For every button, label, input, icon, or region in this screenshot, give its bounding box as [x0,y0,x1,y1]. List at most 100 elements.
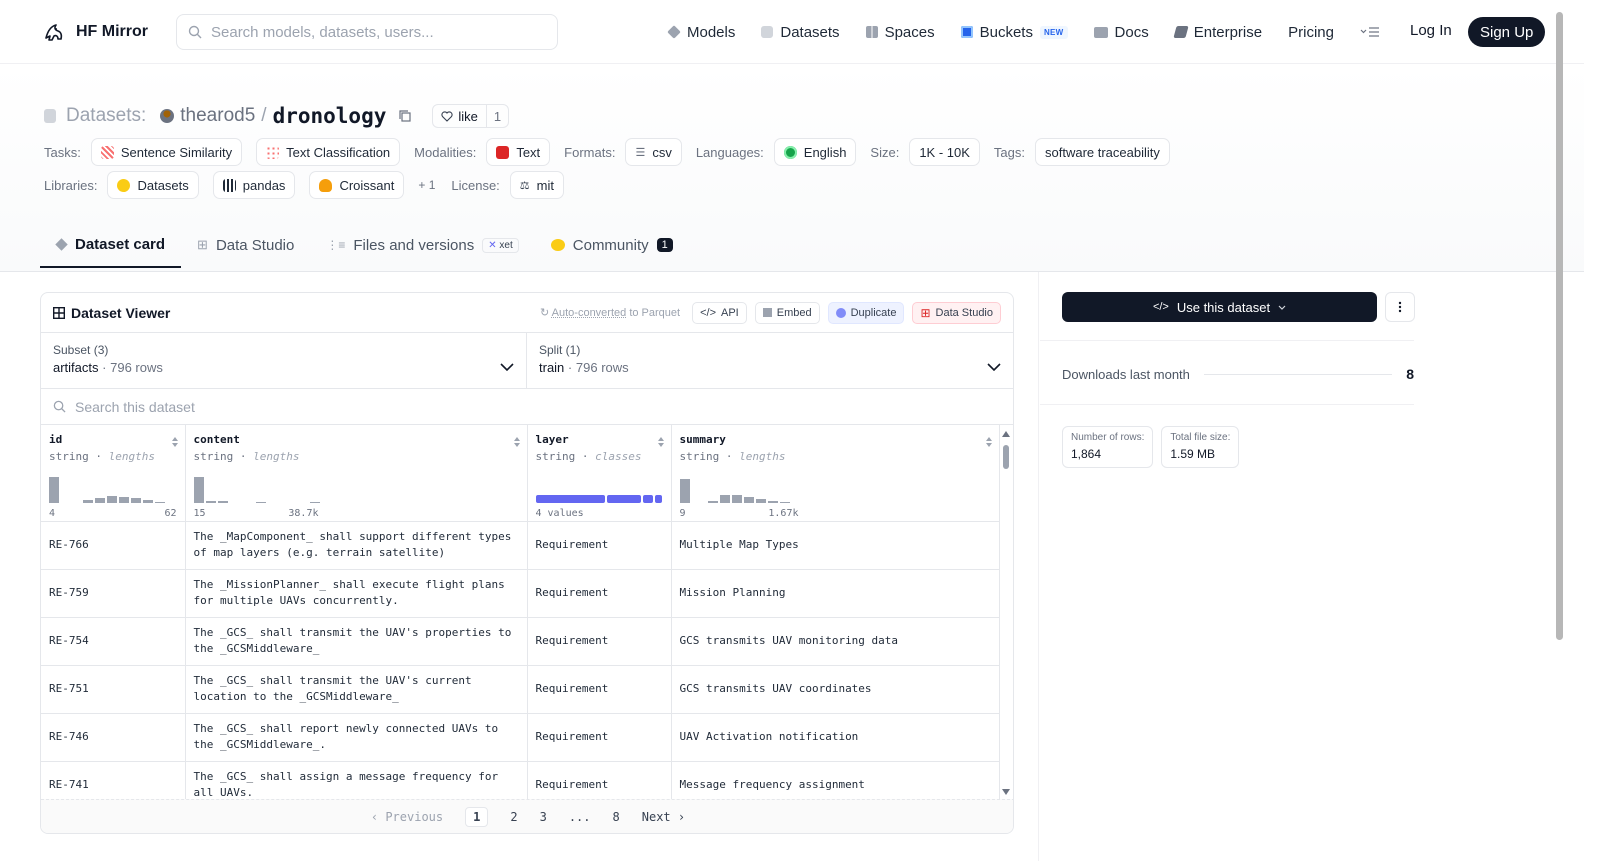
nav-more-menu[interactable] [1360,26,1380,38]
page-8[interactable]: 8 [613,810,620,824]
copy-icon[interactable] [398,109,412,123]
nav-docs[interactable]: Docs [1093,24,1149,41]
column-header-summary[interactable]: summary string · lengths 9 1.67k [671,425,1000,522]
split-select[interactable]: Split (1) train · 796 rows [527,333,1013,388]
data-studio-button[interactable]: ⊞ Data Studio [912,301,1001,324]
cell-layer[interactable]: Requirement [527,617,672,666]
cell-summary[interactable]: GCS transmits UAV monitoring data [671,617,1000,666]
column-type: string · classes [535,450,642,463]
global-search-input[interactable]: Search models, datasets, users... [176,14,558,50]
dataset-search-input[interactable]: Search this dataset [41,389,1013,425]
tab-community[interactable]: Community 1 [535,222,689,268]
cell-layer[interactable]: Requirement [527,665,672,714]
cell-content[interactable]: The _GCS_ shall transmit the UAV's curre… [185,665,528,714]
modality-text[interactable]: Text [486,138,551,166]
cell-id[interactable]: RE-751 [41,665,186,714]
cell-summary[interactable]: Mission Planning [671,569,1000,618]
page-scrollbar[interactable] [1556,0,1566,861]
task-text-classification[interactable]: Text Classification [256,138,401,166]
page-2[interactable]: 2 [510,810,517,824]
repo-name-link[interactable]: dronology [273,104,387,128]
more-options-button[interactable] [1385,292,1415,322]
column-header-id[interactable]: id string · lengths 4 62 [41,425,186,522]
library-datasets[interactable]: Datasets [107,171,199,199]
api-button[interactable]: </> API [692,301,747,324]
divider [1040,340,1414,341]
croissant-icon [319,178,333,192]
sort-icon[interactable] [657,435,665,451]
type-label: string [49,450,89,463]
cell-summary[interactable]: Multiple Map Types [671,521,1000,570]
embed-label: Embed [776,306,812,319]
nav-spaces[interactable]: Spaces [865,24,935,41]
cell-layer[interactable]: Requirement [527,713,672,762]
duplicate-button[interactable]: Duplicate [827,301,905,324]
tab-data-studio[interactable]: ⊞ Data Studio [181,222,310,268]
page-3[interactable]: 3 [540,810,547,824]
library-croissant[interactable]: Croissant [309,171,405,199]
license-mit[interactable]: ⚖ mit [509,171,565,199]
refresh-icon: ↻ [539,307,550,319]
sort-icon[interactable] [985,435,993,451]
language-english[interactable]: English [773,138,857,166]
table-row[interactable]: RE-754 The _GCS_ shall transmit the UAV's… [41,617,1000,666]
cell-id[interactable]: RE-766 [41,521,186,570]
table-row[interactable]: RE-751 The _GCS_ shall transmit the UAV's… [41,665,1000,714]
cell-id[interactable]: RE-759 [41,569,186,618]
auto-converted-link[interactable]: Auto-converted [552,307,627,319]
cell-content[interactable]: The _MapComponent_ shall support differe… [185,521,528,570]
range-min: 15 [193,507,206,519]
cell-layer[interactable]: Requirement [527,521,672,570]
next-page-button[interactable]: Next › [642,810,685,824]
chevron-down-icon [1278,305,1286,310]
scroll-up-icon[interactable] [1002,431,1010,437]
login-link[interactable]: Log In [1410,22,1452,39]
like-button[interactable]: like 1 [432,104,510,128]
page-scrollbar-thumb[interactable] [1556,12,1563,640]
cell-summary[interactable]: GCS transmits UAV coordinates [671,665,1000,714]
brand-logo[interactable]: HF Mirror [42,20,148,44]
size-chip[interactable]: 1K - 10K [909,138,980,166]
use-this-dataset-button[interactable]: </> Use this dataset [1062,292,1377,322]
cell-content[interactable]: The _GCS_ shall report newly connected U… [185,713,528,762]
nav-models[interactable]: Models [667,24,735,41]
embed-button[interactable]: Embed [754,301,820,324]
tag-software-traceability[interactable]: software traceability [1035,138,1170,166]
search-icon [53,400,66,413]
cube-icon [55,237,68,251]
column-header-layer[interactable]: layer string · classes 4 values [527,425,672,522]
prev-page-button[interactable]: ‹ Previous [371,810,443,824]
cell-summary[interactable]: UAV Activation notification [671,713,1000,762]
cell-id[interactable]: RE-746 [41,713,186,762]
tab-files-and-versions[interactable]: ⋮≡ Files and versions ✕ xet [310,222,534,268]
cell-id[interactable]: RE-754 [41,617,186,666]
table-row[interactable]: RE-746 The _GCS_ shall report newly conne… [41,713,1000,762]
table-scrollbar[interactable] [1002,431,1010,795]
page-1[interactable]: 1 [465,806,489,827]
tab-dataset-card[interactable]: Dataset card [40,222,182,268]
nav-enterprise[interactable]: Enterprise [1173,24,1262,41]
task-sentence-similarity[interactable]: Sentence Similarity [90,138,243,166]
nav-pricing[interactable]: Pricing [1288,24,1334,41]
table-row[interactable]: RE-766 The _MapComponent_ shall support d… [41,521,1000,570]
cell-content[interactable]: The _GCS_ shall transmit the UAV's prope… [185,617,528,666]
subset-select[interactable]: Subset (3) artifacts · 796 rows [41,333,527,388]
libraries-more[interactable]: + 1 [418,178,435,192]
mirror-logo-icon [45,24,63,41]
table-row[interactable]: RE-759 The _MissionPlanner_ shall execute… [41,569,1000,618]
nav-buckets[interactable]: Buckets NEW [960,24,1068,41]
cell-layer[interactable]: Requirement [527,569,672,618]
column-header-content[interactable]: content string · lengths 15 38.7k [185,425,528,522]
nav-datasets[interactable]: Datasets [761,24,840,41]
signup-button[interactable]: Sign Up [1468,17,1546,47]
sort-icon[interactable] [171,435,179,451]
sort-icon[interactable] [513,435,521,451]
format-csv[interactable]: ☰ csv [625,138,682,166]
license-value: mit [536,177,555,193]
library-pandas[interactable]: pandas [212,171,296,199]
scroll-down-icon[interactable] [1002,789,1010,795]
cell-content[interactable]: The _MissionPlanner_ shall execute fligh… [185,569,528,618]
subset-label: Subset (3) [53,343,109,357]
scrollbar-thumb[interactable] [1003,445,1009,469]
repo-owner-link[interactable]: thearod5 [180,105,255,127]
